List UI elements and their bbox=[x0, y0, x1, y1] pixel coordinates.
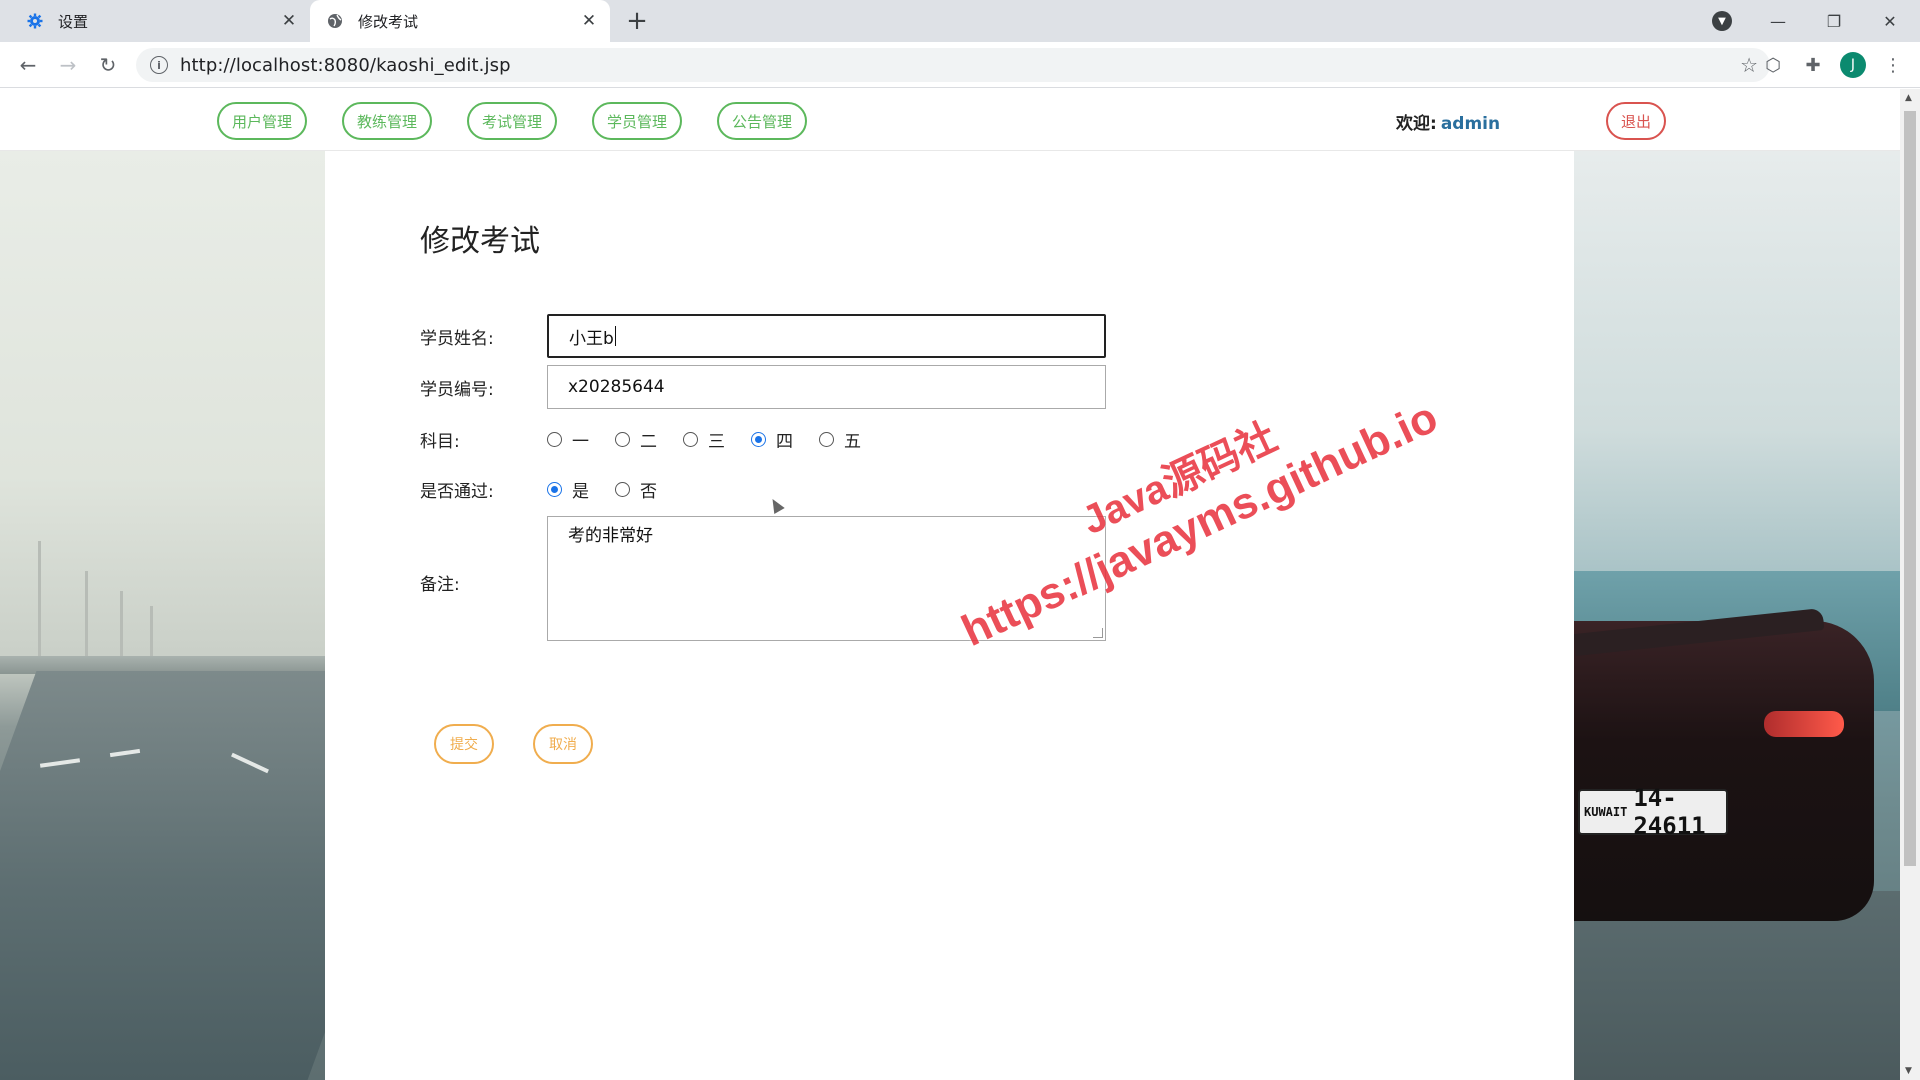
remark-value: 考的非常好 bbox=[568, 526, 653, 546]
nav-coach-management[interactable]: 教练管理 bbox=[342, 102, 432, 140]
username: admin bbox=[1440, 114, 1501, 134]
nav-student-management[interactable]: 学员管理 bbox=[592, 102, 682, 140]
car bbox=[1574, 621, 1874, 921]
scrollbar-thumb[interactable] bbox=[1904, 111, 1916, 866]
pass-option-yes[interactable]: 是 bbox=[547, 477, 589, 502]
radio-button[interactable] bbox=[615, 482, 630, 497]
resize-handle-icon[interactable] bbox=[1093, 628, 1103, 638]
close-icon[interactable]: ✕ bbox=[276, 8, 302, 34]
subject-radio-group: 一 二 三 四 五 bbox=[547, 427, 887, 452]
nav-exam-management[interactable]: 考试管理 bbox=[467, 102, 557, 140]
student-name-label: 学员姓名: bbox=[420, 329, 494, 349]
radio-label: 二 bbox=[640, 432, 657, 452]
url-text: http://localhost:8080/kaoshi_edit.jsp bbox=[180, 54, 511, 76]
radio-button-checked[interactable] bbox=[547, 482, 562, 497]
pass-radio-group: 是 否 bbox=[547, 477, 683, 502]
cancel-button[interactable]: 取消 bbox=[533, 724, 593, 764]
star-icon[interactable]: ☆ bbox=[1740, 53, 1758, 77]
browser-tab-strip: 设置 ✕ 修改考试 ✕ + ▼ — ❐ ✕ bbox=[0, 0, 1920, 42]
page-content: 用户管理 教练管理 考试管理 学员管理 公告管理 欢迎: admin 退出 KUW… bbox=[0, 89, 1900, 1080]
tab-edit-exam[interactable]: 修改考试 ✕ bbox=[310, 0, 610, 42]
nav-notice-management[interactable]: 公告管理 bbox=[717, 102, 807, 140]
radio-button-checked[interactable] bbox=[751, 432, 766, 447]
pass-option-no[interactable]: 否 bbox=[615, 477, 657, 502]
address-bar[interactable]: i http://localhost:8080/kaoshi_edit.jsp … bbox=[136, 48, 1770, 82]
radio-label: 三 bbox=[708, 432, 725, 452]
text-caret bbox=[614, 326, 616, 346]
radio-button[interactable] bbox=[547, 432, 562, 447]
top-navigation: 用户管理 教练管理 考试管理 学员管理 公告管理 欢迎: admin 退出 bbox=[0, 89, 1900, 151]
submit-button[interactable]: 提交 bbox=[434, 724, 494, 764]
close-icon[interactable]: ✕ bbox=[576, 8, 602, 34]
back-icon[interactable]: ← bbox=[12, 49, 44, 81]
plate-number: 14-24611 bbox=[1633, 784, 1706, 840]
radio-label: 一 bbox=[572, 432, 589, 452]
restore-icon[interactable]: ❐ bbox=[1806, 0, 1862, 42]
student-name-input[interactable]: 小王b bbox=[547, 314, 1106, 358]
radio-label: 是 bbox=[572, 482, 589, 502]
tab-settings[interactable]: 设置 ✕ bbox=[10, 0, 310, 42]
mouse-cursor-icon bbox=[767, 495, 785, 515]
reload-icon[interactable]: ↻ bbox=[92, 49, 124, 81]
scroll-up-icon[interactable]: ▲ bbox=[1905, 93, 1912, 103]
remark-label: 备注: bbox=[420, 575, 460, 595]
radio-label: 五 bbox=[844, 432, 861, 452]
scroll-down-icon[interactable]: ▼ bbox=[1905, 1066, 1912, 1076]
radio-label: 四 bbox=[776, 432, 793, 452]
student-number-value: x20285644 bbox=[568, 377, 665, 397]
forward-icon[interactable]: → bbox=[52, 49, 84, 81]
tab-title: 修改考试 bbox=[358, 12, 419, 31]
page-title: 修改考试 bbox=[420, 224, 540, 259]
minimize-icon[interactable]: — bbox=[1750, 0, 1806, 42]
tail-light bbox=[1764, 711, 1844, 737]
gear-icon bbox=[26, 12, 44, 30]
tab-search-icon[interactable]: ▼ bbox=[1712, 11, 1732, 31]
subject-option-5[interactable]: 五 bbox=[819, 427, 861, 452]
subject-option-2[interactable]: 二 bbox=[615, 427, 657, 452]
radio-button[interactable] bbox=[615, 432, 630, 447]
info-icon[interactable]: i bbox=[150, 56, 168, 74]
left-background-image bbox=[0, 151, 325, 1080]
radio-button[interactable] bbox=[683, 432, 698, 447]
student-number-label: 学员编号: bbox=[420, 380, 494, 400]
browser-toolbar: ← → ↻ i http://localhost:8080/kaoshi_edi… bbox=[0, 42, 1920, 88]
nav-user-management[interactable]: 用户管理 bbox=[217, 102, 307, 140]
avatar[interactable]: J bbox=[1840, 52, 1866, 78]
new-tab-button[interactable]: + bbox=[622, 6, 652, 36]
logout-button[interactable]: 退出 bbox=[1606, 102, 1666, 140]
welcome-label: 欢迎: bbox=[1396, 114, 1437, 134]
globe-icon bbox=[326, 12, 344, 30]
subject-option-3[interactable]: 三 bbox=[683, 427, 725, 452]
window-close-icon[interactable]: ✕ bbox=[1862, 0, 1918, 42]
welcome-text: 欢迎: admin bbox=[1396, 109, 1500, 134]
page-scrollbar[interactable]: ▲ ▼ bbox=[1900, 89, 1920, 1080]
road bbox=[0, 671, 325, 1080]
radio-button[interactable] bbox=[819, 432, 834, 447]
tab-title: 设置 bbox=[58, 12, 89, 31]
radio-label: 否 bbox=[640, 482, 657, 502]
right-background-image: KUWAIT 14-24611 bbox=[1574, 151, 1900, 1080]
plate-country: KUWAIT bbox=[1584, 804, 1628, 819]
student-name-value: 小王b bbox=[569, 328, 614, 349]
student-number-input[interactable]: x20285644 bbox=[547, 365, 1106, 409]
subject-option-1[interactable]: 一 bbox=[547, 427, 589, 452]
subject-label: 科目: bbox=[420, 432, 460, 452]
subject-option-4[interactable]: 四 bbox=[751, 427, 793, 452]
license-plate: KUWAIT 14-24611 bbox=[1578, 784, 1728, 840]
pass-label: 是否通过: bbox=[420, 482, 494, 502]
menu-icon[interactable]: ⋮ bbox=[1880, 52, 1906, 78]
extension-icon[interactable]: ⬡ bbox=[1760, 52, 1786, 78]
puzzle-icon[interactable]: ✚ bbox=[1800, 52, 1826, 78]
